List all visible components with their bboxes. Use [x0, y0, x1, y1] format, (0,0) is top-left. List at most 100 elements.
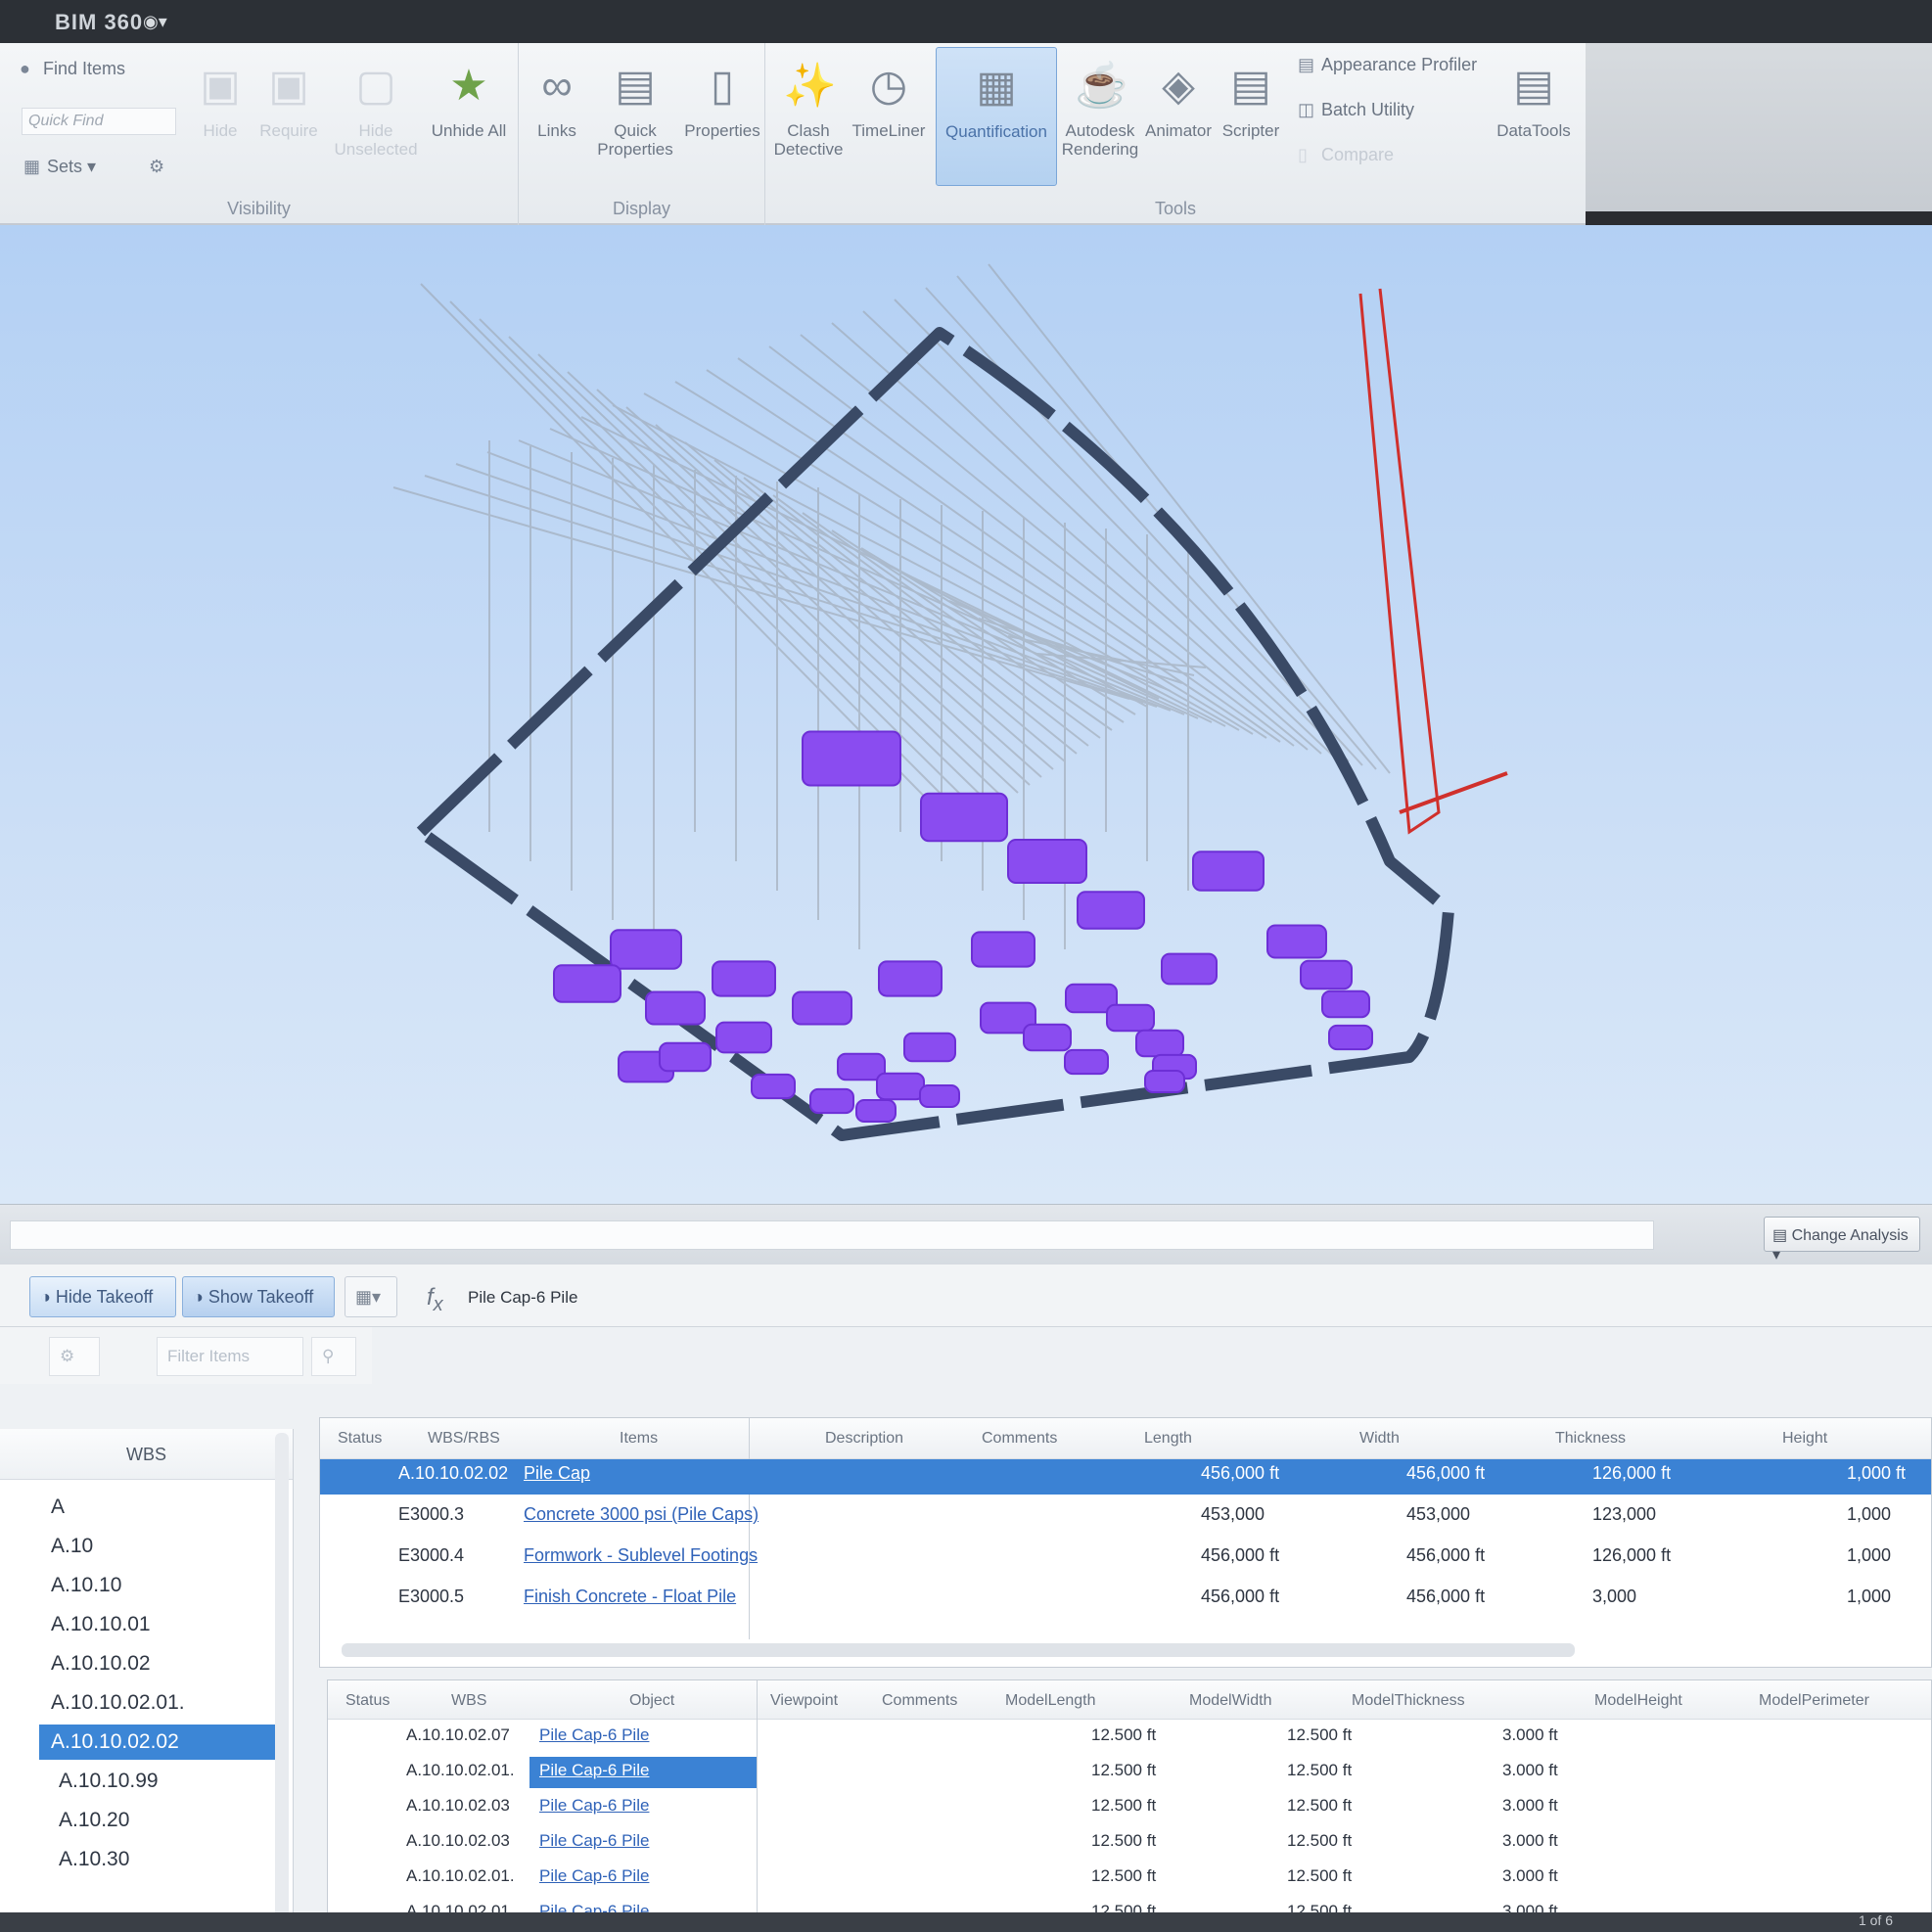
compare-label: Compare [1321, 145, 1395, 164]
beam-line [743, 477, 1089, 747]
datatools-label: DataTools [1496, 121, 1571, 140]
unhide-all-button[interactable]: ★ Unhide All [431, 57, 507, 140]
items-cell-width: 453,000 [1406, 1504, 1471, 1524]
objects-cell-object[interactable]: Pile Cap-6 Pile [539, 1796, 649, 1816]
items-cell-thickness: 126,000 ft [1592, 1463, 1672, 1483]
objects-column-header[interactable]: ModelLength [1005, 1692, 1096, 1710]
items-column-header[interactable]: Comments [982, 1430, 1057, 1448]
pile-cap [553, 964, 621, 1003]
status-text: 1 of 6 [1858, 1912, 1893, 1928]
items-column-header[interactable]: Height [1782, 1430, 1827, 1448]
formula-icon: fx [427, 1284, 443, 1315]
items-table-scrollbar[interactable] [342, 1643, 1575, 1657]
objects-cell-wbs: A.10.10.02.03 [406, 1831, 510, 1850]
items-cell-item[interactable]: Concrete 3000 psi (Pile Caps) [524, 1504, 759, 1525]
wbs-item[interactable]: A [51, 1490, 276, 1525]
pile-cap [712, 960, 776, 997]
appearance-profiler-button[interactable]: ▤ Appearance Profiler [1298, 55, 1477, 75]
eye-icon[interactable]: ◉▾ [143, 12, 167, 32]
compare-button[interactable]: ▯ Compare [1298, 145, 1394, 165]
items-column-header[interactable]: Status [338, 1430, 382, 1448]
objects-cell-object[interactable]: Pile Cap-6 Pile [539, 1725, 649, 1745]
quantification-icon: ▦ [976, 63, 1017, 111]
filter-toolbar: ⚙ Filter Items ⚲ [0, 1327, 372, 1384]
objects-cell-object[interactable]: Pile Cap-6 Pile [539, 1761, 649, 1780]
wbs-scrollbar[interactable] [275, 1433, 289, 1922]
objects-column-header[interactable]: Comments [882, 1692, 957, 1710]
wbs-item[interactable]: A.10.10.02.01. [51, 1685, 276, 1721]
wbs-item[interactable]: A.10.10.01 [51, 1607, 276, 1642]
require-icon: ▣ [268, 62, 309, 110]
objects-column-header[interactable]: Viewpoint [770, 1692, 838, 1710]
objects-column-header[interactable]: ModelPerimeter [1759, 1692, 1869, 1710]
items-column-header[interactable]: Thickness [1555, 1430, 1626, 1448]
items-column-header[interactable]: Items [620, 1430, 658, 1448]
hide-takeoff-button[interactable]: ◑ Hide Takeoff [29, 1276, 176, 1317]
formula-value: Pile Cap-6 Pile [468, 1288, 578, 1307]
pile-cap [920, 792, 1008, 843]
wbs-item[interactable]: A.10.20 [59, 1803, 284, 1838]
objects-column-header[interactable]: ModelHeight [1594, 1692, 1682, 1710]
wbs-item[interactable]: A.10 [51, 1529, 276, 1564]
objects-column-header[interactable]: ModelThickness [1352, 1692, 1465, 1710]
items-column-header[interactable]: Length [1144, 1430, 1192, 1448]
items-cell-wbs: A.10.10.02.02 [398, 1463, 509, 1483]
items-cell-item[interactable]: Pile Cap [524, 1463, 590, 1484]
require-button[interactable]: ▣ Require [251, 57, 327, 140]
wbs-item[interactable]: A.10.10.02.02 [39, 1725, 284, 1760]
wbs-item[interactable]: A.10.10.99 [59, 1764, 284, 1799]
items-cell-length: 456,000 ft [1201, 1545, 1280, 1565]
links-button[interactable]: ∞ Links [525, 57, 589, 140]
3d-viewport[interactable] [0, 225, 1932, 1204]
require-label: Require [259, 121, 318, 140]
ribbon: ● Find Items Quick Find ▦ Sets ▾ ⚙ ▣ Hide ▣… [0, 43, 1586, 225]
beam-line [674, 381, 1254, 735]
wbs-item[interactable]: A.10.10.02 [51, 1646, 276, 1681]
datatools-button[interactable]: ▤ DataTools [1492, 57, 1576, 140]
items-cell-length: 456,000 ft [1201, 1587, 1280, 1606]
scripter-button[interactable]: ▤ Scripter [1216, 57, 1286, 140]
autodesk-rendering-button[interactable]: ☕ Autodesk Rendering [1061, 57, 1139, 159]
objects-cell-thickness: 3.000 ft [1502, 1725, 1558, 1744]
view-options-button[interactable]: ▦▾ [345, 1276, 397, 1317]
objects-cell-thickness: 3.000 ft [1502, 1796, 1558, 1815]
filter-icon[interactable]: ⚲ [311, 1337, 356, 1376]
beam-line [919, 582, 1160, 700]
animator-button[interactable]: ◈ Animator [1141, 57, 1216, 140]
objects-column-header[interactable]: WBS [451, 1692, 486, 1710]
objects-column-header[interactable]: ModelWidth [1189, 1692, 1271, 1710]
panel-tools: ✨ Clash Detective ◷ TimeLiner ▦ Quantificat… [765, 43, 1586, 225]
wbs-item[interactable]: A.10.30 [59, 1842, 284, 1877]
objects-cell-object[interactable]: Pile Cap-6 Pile [539, 1831, 649, 1851]
timeliner-button[interactable]: ◷ TimeLiner [850, 57, 928, 140]
pile-cap [715, 1021, 772, 1054]
delete-icon[interactable]: ⚙ [49, 1337, 100, 1376]
quantification-button[interactable]: ▦ Quantification [936, 47, 1057, 186]
items-column-header[interactable]: WBS/RBS [428, 1430, 500, 1448]
beam-line [655, 424, 1054, 770]
batch-utility-button[interactable]: ◫ Batch Utility [1298, 100, 1414, 120]
items-column-header[interactable]: Width [1359, 1430, 1400, 1448]
hide-button[interactable]: ▣ Hide [182, 57, 258, 140]
quick-properties-button[interactable]: ▤ Quick Properties [589, 57, 681, 159]
wbs-item[interactable]: A.10.10 [51, 1568, 276, 1603]
clash-detective-button[interactable]: ✨ Clash Detective [769, 57, 848, 159]
objects-column-header[interactable]: Status [345, 1692, 390, 1710]
change-analysis-button[interactable]: ▤ Change Analysis ▾ [1764, 1217, 1920, 1264]
status-bar: 1 of 6 [0, 1912, 1932, 1932]
items-cell-item[interactable]: Formwork - Sublevel Footings [524, 1545, 758, 1566]
items-column-header[interactable]: Description [825, 1430, 903, 1448]
objects-column-header[interactable]: Object [629, 1692, 674, 1710]
objects-cell-object[interactable]: Pile Cap-6 Pile [539, 1866, 649, 1886]
objects-cell-width: 12.500 ft [1287, 1796, 1353, 1815]
workbook-search-field[interactable] [10, 1220, 1654, 1250]
properties-button[interactable]: ▯ Properties [681, 57, 763, 140]
hide-unselected-button[interactable]: ▢ Hide Unselected [331, 57, 421, 159]
show-takeoff-button[interactable]: ◑ Show Takeoff [182, 1276, 335, 1317]
pile-cap [645, 990, 706, 1026]
workbook-top-strip: ▤ Change Analysis ▾ [0, 1204, 1932, 1265]
beam-line [392, 486, 1130, 700]
items-cell-item[interactable]: Finish Concrete - Float Pile [524, 1587, 736, 1607]
building-model[interactable] [0, 225, 1932, 1204]
filter-items-button[interactable]: Filter Items [157, 1337, 303, 1376]
